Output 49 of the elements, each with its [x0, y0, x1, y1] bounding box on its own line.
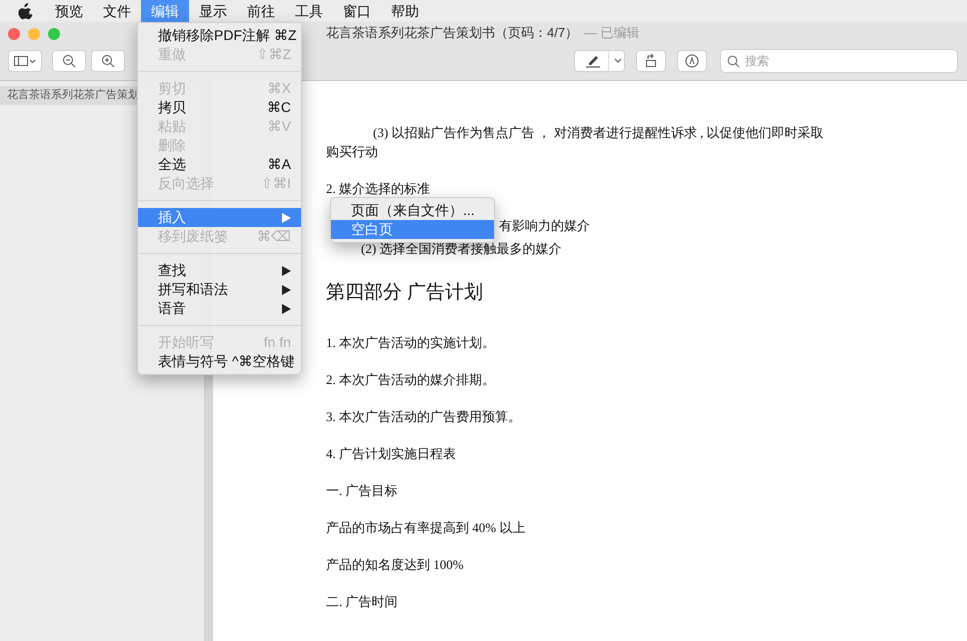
- zoom-in-icon: [101, 54, 115, 68]
- menu-item[interactable]: 拼写和语法: [138, 280, 301, 299]
- apple-logo-icon[interactable]: [18, 2, 33, 20]
- menu-bar-item[interactable]: 前往: [237, 0, 285, 22]
- paragraph: 2. 本次广告活动的媒介排期。: [326, 371, 495, 389]
- submenu-arrow-icon: [282, 212, 291, 222]
- menu-bar-item[interactable]: 帮助: [381, 0, 429, 22]
- paragraph: 4. 广告计划实施日程表: [326, 445, 456, 463]
- caret-icon: [614, 58, 622, 63]
- paragraph: 购买行动: [326, 143, 378, 161]
- paragraph: 1. 本次广告活动的实施计划。: [326, 334, 495, 352]
- paragraph: (2) 选择全国消费者接触最多的媒介: [361, 240, 562, 258]
- menu-item[interactable]: 语音: [138, 299, 301, 318]
- menu-bar-item[interactable]: 显示: [189, 0, 237, 22]
- menu-item[interactable]: 插入: [138, 208, 301, 227]
- menu-item[interactable]: 全选 ⌘A: [138, 155, 301, 174]
- sidebar-toggle-button[interactable]: [8, 50, 42, 72]
- menu-bar-item[interactable]: 窗口: [333, 0, 381, 22]
- menu-item[interactable]: 查找: [138, 261, 301, 280]
- menu-item[interactable]: 撤销移除PDF注解 ⌘Z: [138, 26, 301, 45]
- markup-button[interactable]: [677, 50, 707, 72]
- markup-pen-button[interactable]: [574, 50, 625, 72]
- paragraph: 2. 媒介选择的标准: [326, 180, 430, 198]
- sidebar-icon: [14, 56, 36, 66]
- zoom-out-button[interactable]: [52, 50, 86, 72]
- menu-item[interactable]: 空白页: [331, 220, 494, 239]
- paragraph: 有影响力的媒介: [499, 217, 590, 235]
- menu-bar-item[interactable]: 预览: [45, 0, 93, 22]
- rotate-icon: [644, 53, 658, 68]
- edited-label: — 已编辑: [584, 24, 640, 42]
- menu-bar-item[interactable]: 工具: [285, 0, 333, 22]
- paragraph: (3) 以招贴广告作为售点广告 ， 对消费者进行提醒性诉求 , 以促使他们即时采取: [373, 124, 824, 142]
- paragraph: 产品的市场占有率提高到 40% 以上: [326, 519, 526, 537]
- pen-icon: [585, 54, 601, 68]
- paragraph: 一. 广告目标: [326, 482, 398, 500]
- window-title: 花言茶语系列花茶广告策划书（页码：4/7）: [326, 24, 578, 42]
- paragraph: 产品的知名度达到 100%: [326, 556, 464, 574]
- rotate-button[interactable]: [636, 50, 666, 72]
- menu-item[interactable]: 页面（来自文件）...: [331, 201, 494, 220]
- zoom-in-button[interactable]: [91, 50, 125, 72]
- search-field[interactable]: 搜索: [720, 48, 958, 72]
- zoom-out-icon: [62, 54, 76, 68]
- menu-item[interactable]: 表情与符号 ^⌘空格键: [138, 352, 301, 371]
- paragraph: 3. 本次广告活动的广告费用预算。: [326, 408, 521, 426]
- section-heading: 第四部分 广告计划: [326, 281, 483, 305]
- search-icon: [727, 54, 740, 68]
- paragraph: 二. 广告时间: [326, 593, 398, 611]
- markup-circle-icon: [685, 54, 699, 68]
- menu-bar-item[interactable]: 文件: [93, 0, 141, 22]
